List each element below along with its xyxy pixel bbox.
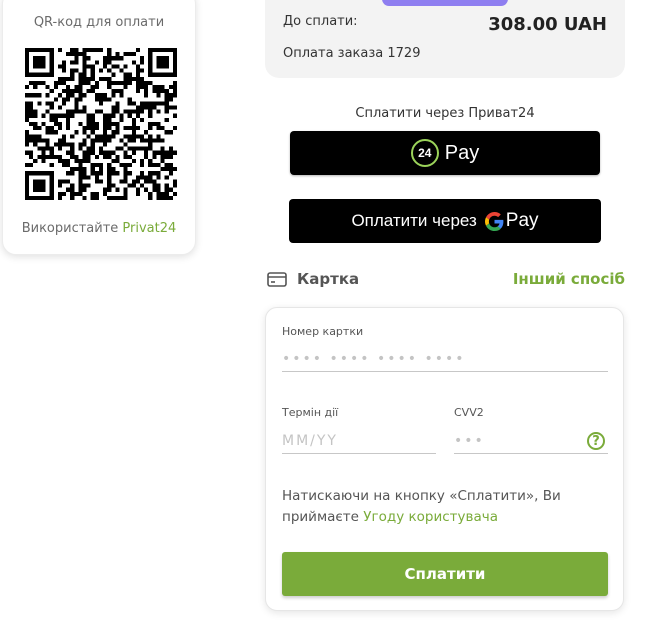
google-g-icon: [484, 211, 504, 231]
qr-code-image: [25, 48, 177, 200]
card-section-title: Картка: [297, 270, 360, 288]
cvv-help-icon[interactable]: ?: [587, 432, 605, 450]
google-pay-text: Оплатити через: [351, 211, 477, 230]
privat24-link[interactable]: Privat24: [122, 221, 176, 236]
cvv-label: CVV2: [454, 406, 484, 419]
google-pay-logo: Pay: [484, 210, 539, 232]
card-number-label: Номер картки: [282, 325, 364, 338]
expiry-label: Термін дії: [282, 406, 339, 419]
card-number-input[interactable]: [282, 346, 608, 372]
amount-label: До сплати:: [283, 14, 358, 29]
payment-summary: [265, 0, 625, 78]
qr-hint: Використайте Privat24: [3, 221, 195, 236]
privat24-pay-text: Pay: [444, 141, 480, 164]
summary-badge: [382, 0, 508, 6]
expiry-input[interactable]: [282, 428, 436, 454]
qr-hint-text: Використайте: [21, 221, 123, 236]
pay-submit-button[interactable]: Сплатити: [282, 552, 608, 596]
qr-card: QR-код для оплати Використайте Privat24: [2, 0, 196, 255]
cvv-input[interactable]: [454, 428, 608, 454]
card-section-header: Картка: [267, 270, 359, 288]
qr-title: QR-код для оплати: [33, 15, 165, 30]
order-description: Оплата заказа 1729: [283, 46, 421, 61]
user-agreement-link[interactable]: Угоду користувача: [363, 509, 498, 525]
privat24-label: Сплатити через Приват24: [355, 106, 535, 121]
terms-text: Натискаючи на кнопку «Сплатити», Ви прий…: [282, 486, 582, 528]
privat24-logo-icon: 24: [410, 139, 439, 167]
other-method-link[interactable]: Інший спосіб: [513, 270, 625, 288]
google-pay-button[interactable]: Оплатити через Pay: [289, 199, 601, 243]
card-form: Номер картки Термін дії CVV2 ? Натискаюч…: [265, 307, 624, 611]
privat24-pay-button[interactable]: 24 Pay: [290, 131, 600, 175]
google-pay-pay-text: Pay: [505, 210, 539, 231]
amount-value: 308.00 UAH: [488, 14, 607, 35]
credit-card-icon: [267, 271, 287, 287]
